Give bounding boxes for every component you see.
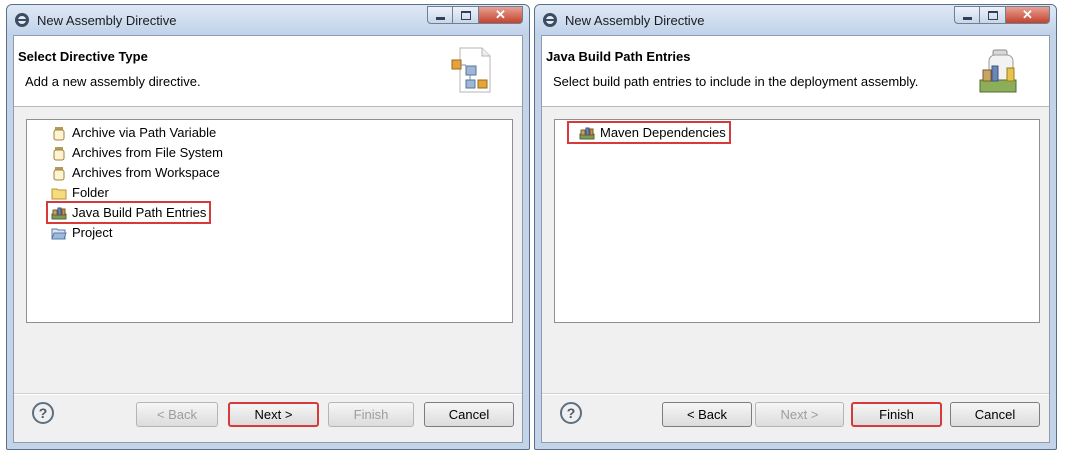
help-button[interactable]: ? (560, 402, 582, 424)
assembly-wizard-icon (451, 47, 491, 93)
list-item-label: Project (72, 225, 113, 240)
page-title: Java Build Path Entries (546, 49, 691, 64)
list-item-java-build-path-entries[interactable]: Java Build Path Entries (45, 201, 212, 224)
list-item-label: Folder (72, 185, 109, 200)
finish-button[interactable]: Finish (328, 402, 414, 427)
jar-archive-icon (53, 166, 65, 180)
close-icon: ✕ (1022, 7, 1033, 22)
button-bar-separator (14, 393, 522, 395)
title-bar[interactable]: New Assembly Directive ✕ (535, 5, 1056, 35)
title-bar[interactable]: New Assembly Directive ✕ (7, 5, 529, 35)
page-title: Select Directive Type (18, 49, 148, 64)
list-item-archives-from-workspace[interactable]: Archives from Workspace (51, 163, 220, 182)
close-icon: ✕ (495, 7, 506, 22)
list-item-label: Archives from Workspace (72, 165, 220, 180)
cancel-button[interactable]: Cancel (950, 402, 1040, 427)
eclipse-app-icon (15, 13, 29, 27)
list-item-label: Archive via Path Variable (72, 125, 217, 140)
list-item-label: Archives from File System (72, 145, 223, 160)
help-icon: ? (38, 405, 48, 421)
list-item-maven-dependencies[interactable]: Maven Dependencies (567, 121, 731, 144)
close-button[interactable]: ✕ (1006, 6, 1050, 24)
list-item-label: Maven Dependencies (600, 125, 726, 140)
next-button[interactable]: Next > (228, 402, 319, 427)
directive-type-list[interactable]: Archive via Path Variable Archives from … (26, 119, 513, 323)
folder-icon (51, 188, 67, 199)
button-bar-separator (542, 393, 1049, 395)
eclipse-app-icon (543, 13, 557, 27)
wizard-header: Select Directive Type Add a new assembly… (14, 36, 522, 107)
list-item-archive-via-path-variable[interactable]: Archive via Path Variable (51, 123, 216, 142)
minimize-button[interactable] (954, 6, 980, 24)
maximize-button[interactable] (453, 6, 479, 24)
list-item-label: Java Build Path Entries (72, 205, 207, 220)
wizard-header: Java Build Path Entries Select build pat… (542, 36, 1049, 107)
page-description: Select build path entries to include in … (553, 74, 919, 89)
jar-archive-icon (53, 126, 65, 140)
build-path-library-icon (979, 49, 1017, 93)
back-button[interactable]: < Back (136, 402, 218, 427)
close-button[interactable]: ✕ (479, 6, 523, 24)
finish-button[interactable]: Finish (851, 402, 942, 427)
dialog-client-area: Select Directive Type Add a new assembly… (13, 35, 523, 443)
maximize-button[interactable] (980, 6, 1006, 24)
jar-archive-icon (53, 146, 65, 160)
minimize-icon (435, 16, 445, 20)
new-assembly-directive-dialog-right: New Assembly Directive ✕ Java Build Path… (534, 4, 1057, 450)
back-button[interactable]: < Back (662, 402, 752, 427)
project-folder-icon (51, 228, 67, 239)
page-description: Add a new assembly directive. (25, 74, 201, 89)
cancel-button[interactable]: Cancel (424, 402, 514, 427)
list-item-folder[interactable]: Folder (51, 183, 109, 202)
help-icon: ? (566, 405, 576, 421)
new-assembly-directive-dialog-left: New Assembly Directive ✕ Select Directiv… (6, 4, 530, 450)
library-books-icon (51, 207, 67, 219)
list-item-archives-from-file-system[interactable]: Archives from File System (51, 143, 223, 162)
minimize-button[interactable] (427, 6, 453, 24)
list-item-project[interactable]: Project (51, 223, 112, 242)
window-title: New Assembly Directive (565, 13, 705, 28)
build-path-entries-list[interactable]: Maven Dependencies (554, 119, 1040, 323)
maximize-icon (987, 10, 998, 20)
minimize-icon (962, 16, 972, 20)
dialog-client-area: Java Build Path Entries Select build pat… (541, 35, 1050, 443)
next-button[interactable]: Next > (755, 402, 844, 427)
library-books-icon (579, 127, 595, 139)
help-button[interactable]: ? (32, 402, 54, 424)
window-title: New Assembly Directive (37, 13, 177, 28)
maximize-icon (460, 10, 471, 20)
